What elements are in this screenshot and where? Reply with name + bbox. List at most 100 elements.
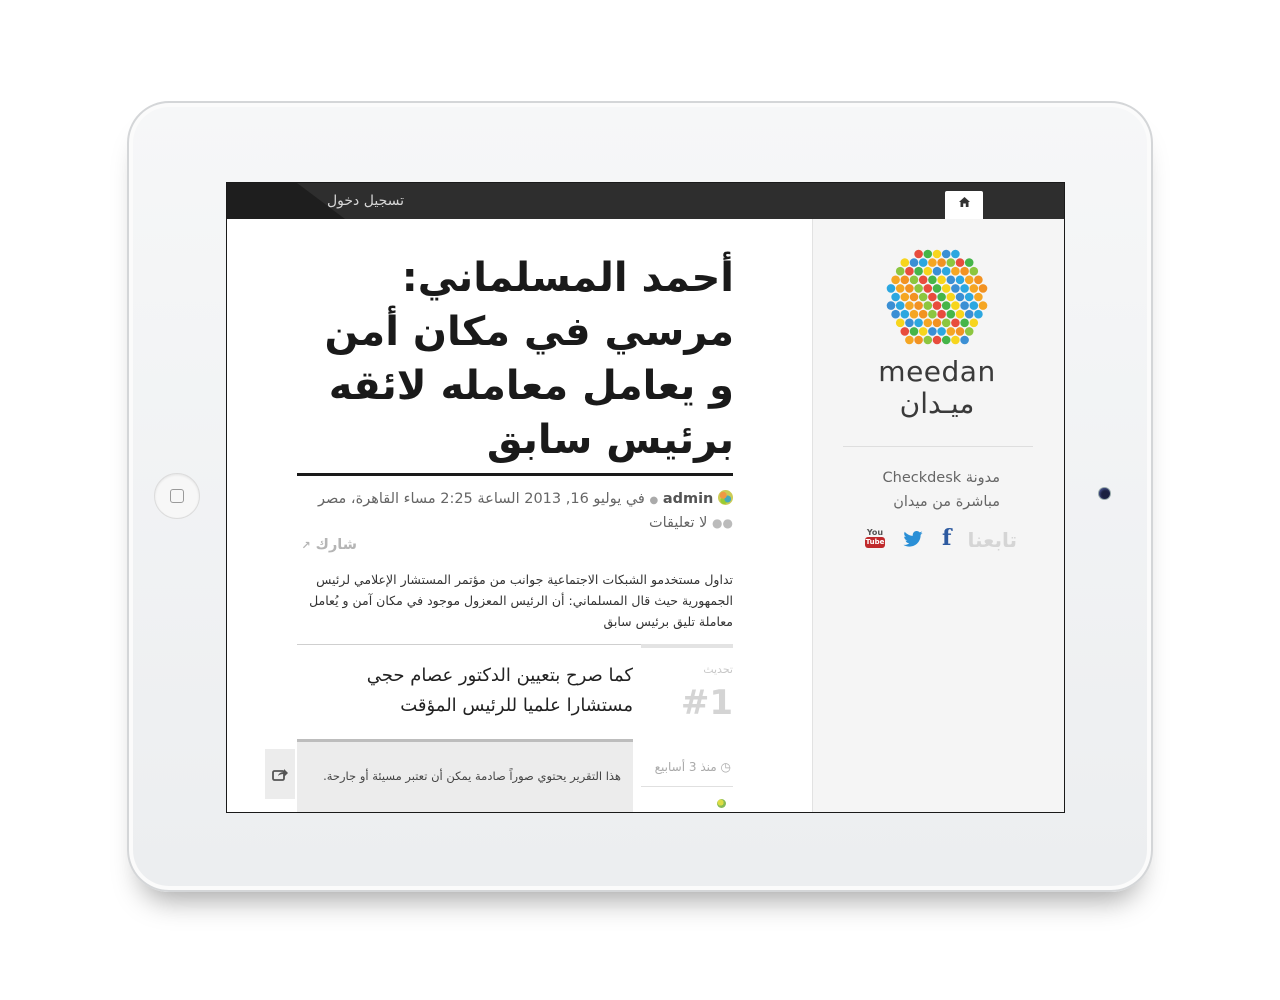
sidebar-description: مدونة Checkdesk مباشرة من ميدان [882, 470, 1001, 510]
logo-dot [909, 309, 919, 319]
logo-dot [900, 309, 910, 319]
meedan-logo-icon[interactable] [883, 246, 991, 354]
twitter-icon[interactable] [903, 531, 923, 551]
facebook-icon[interactable]: f [942, 525, 951, 551]
logo-dot [928, 327, 937, 336]
logo-dot [905, 335, 914, 345]
logo-dot [914, 335, 923, 345]
logo-dot [955, 309, 965, 319]
post-body: تداول مستخدمو الشبكات الاجتماعية جوانب م… [309, 572, 733, 629]
logo-dot [978, 284, 988, 293]
logo-dot [969, 284, 979, 293]
logo-dot [932, 266, 942, 276]
logo-dot [928, 258, 937, 267]
logo-dot [914, 266, 923, 276]
external-link-icon: ↗ [301, 539, 311, 552]
logo-dot [918, 292, 928, 302]
logo-dot [909, 258, 919, 267]
logo-dot [905, 318, 914, 328]
tablet-home-button[interactable] [154, 473, 200, 519]
logo-dot [932, 284, 942, 293]
logo-dot [905, 301, 914, 310]
logo-dot [951, 284, 960, 293]
login-link[interactable]: تسجيل دخول [327, 193, 404, 209]
author-link[interactable]: admin [663, 491, 714, 507]
logo-dot [955, 292, 965, 302]
logo-dot [895, 284, 905, 293]
share-arrow-icon [272, 766, 288, 785]
logo-dot [969, 301, 979, 310]
tablet-camera [1099, 488, 1110, 499]
logo-dot [923, 335, 933, 345]
logo-dot [955, 327, 965, 336]
tablet-screen: تسجيل دخول meedan ميـدان مدونة Checkdesk… [226, 182, 1065, 813]
media-share-button[interactable] [265, 749, 295, 799]
logo-dot [923, 249, 933, 259]
logo-text-ar: ميـدان [899, 387, 975, 420]
logo-dot [946, 258, 956, 267]
logo-dot [951, 318, 960, 328]
logo-dot [928, 292, 937, 302]
update-author-avatar[interactable] [717, 799, 726, 808]
logo-dot [955, 275, 965, 285]
logo-dot [941, 249, 951, 259]
logo-dot [905, 266, 914, 276]
update-time: ◷ منذ 3 أسابيع [654, 760, 731, 774]
youtube-icon[interactable]: You Tube [865, 528, 885, 550]
logo-dot [951, 335, 960, 345]
logo-dot [941, 335, 951, 345]
post-title[interactable]: أحمد المسلماني: مرسي في مكان أمن و يعامل… [297, 251, 734, 467]
logo-dot [951, 301, 960, 310]
logo-dot [941, 301, 951, 310]
logo-dot [946, 327, 956, 336]
top-navbar: تسجيل دخول [227, 183, 1064, 219]
post-meta: admin ● في يوليو 16, 2013 الساعة 2:25 مس… [317, 490, 733, 531]
logo-dot [969, 318, 979, 328]
post-date: في يوليو 16, 2013 الساعة 2:25 مساء القاه… [317, 491, 645, 507]
logo-dot [964, 292, 974, 302]
logo-dot [895, 266, 905, 276]
logo-dot [891, 309, 900, 319]
home-tab[interactable] [945, 191, 983, 219]
logo-dot [891, 292, 900, 302]
author-avatar[interactable] [718, 490, 733, 505]
follow-section: تابعنا f You Tube [857, 525, 1018, 558]
logo-dot [974, 309, 983, 319]
logo-dot [946, 292, 956, 302]
logo-dot [937, 309, 946, 319]
logo-dot [918, 258, 928, 267]
logo-dot [941, 284, 951, 293]
logo-dot [955, 258, 965, 267]
share-button[interactable]: شارك ↗ [297, 537, 357, 553]
logo-dot [928, 309, 937, 319]
logo-dot [960, 284, 969, 293]
logo-dot [937, 327, 946, 336]
home-icon [958, 197, 970, 210]
comments-icon: ●● [712, 516, 733, 530]
logo-dot [937, 275, 946, 285]
logo-dot [951, 249, 960, 259]
logo-dot [918, 327, 928, 336]
comments-link[interactable]: لا تعليقات [649, 515, 708, 531]
logo-dot [964, 327, 974, 336]
logo-dot [937, 292, 946, 302]
logo-dot [895, 301, 905, 310]
media-warning-text: هذا التقرير يحتوي صوراً صادمة يمكن أن تع… [323, 769, 621, 783]
logo-dot [895, 318, 905, 328]
logo-dot [923, 318, 933, 328]
clock-icon: ◷ [720, 760, 731, 774]
follow-label: تابعنا [967, 528, 1018, 552]
logo-dot [960, 335, 969, 345]
logo-dot [886, 284, 896, 293]
sidebar-divider [843, 446, 1033, 447]
logo-dot [951, 266, 960, 276]
logo-dot [914, 284, 923, 293]
logo-dot [914, 249, 923, 259]
logo-dot [914, 301, 923, 310]
update-label: تحديث [703, 663, 733, 676]
logo-dot [974, 292, 983, 302]
logo-dot [964, 258, 974, 267]
logo-dot [900, 258, 910, 267]
logo-dot [941, 318, 951, 328]
update-text: كما صرح بتعيين الدكتور عصام حجي مستشارا … [366, 665, 633, 716]
